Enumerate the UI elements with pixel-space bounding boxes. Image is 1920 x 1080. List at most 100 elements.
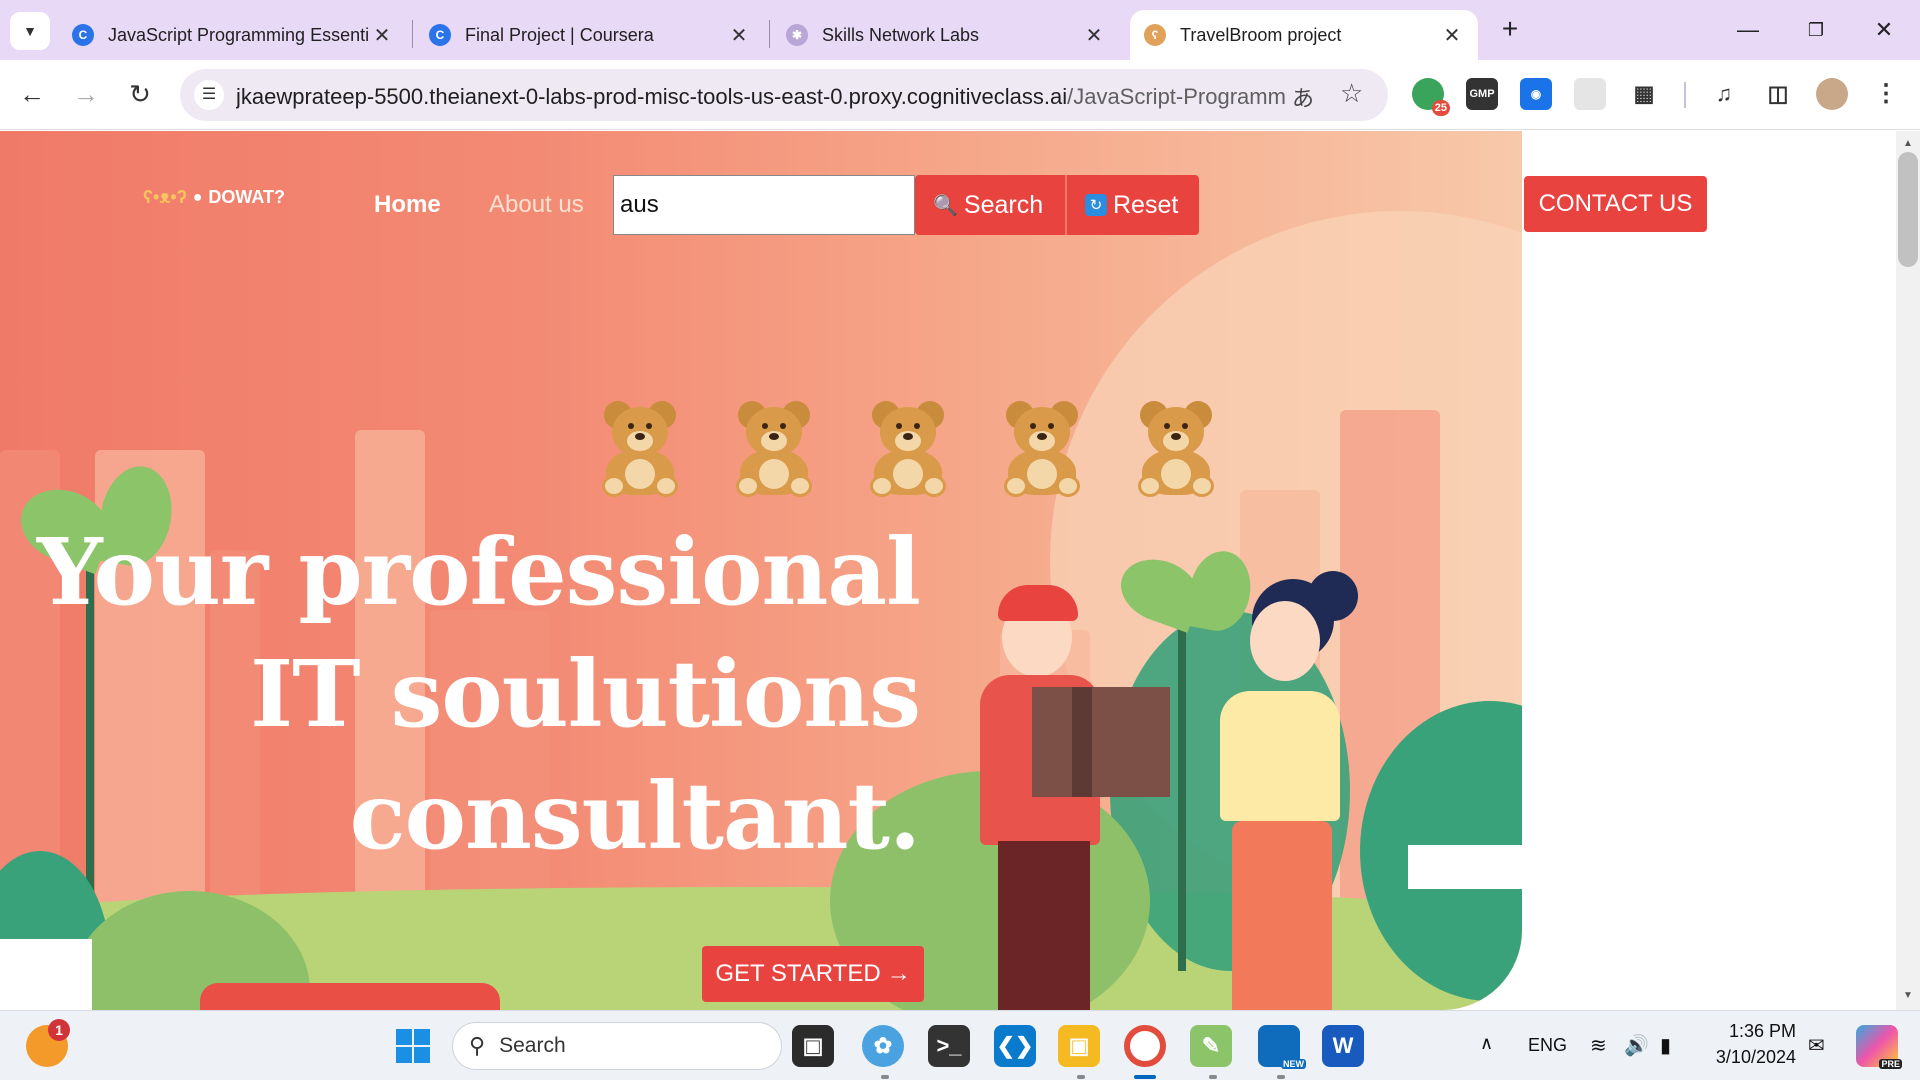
bear-logo-icon: ʕ•ᴥ•ʔ: [143, 187, 187, 207]
file-explorer-icon[interactable]: ▣: [1058, 1025, 1100, 1067]
battery-icon[interactable]: ▮: [1660, 1033, 1671, 1058]
hero-section: ʕ•ᴥ•ʔ ● DOWAT? Home About us 🔍 Search ↻ …: [0, 131, 1522, 1010]
restore-icon[interactable]: ❐: [1786, 10, 1846, 50]
chrome-icon[interactable]: [1124, 1025, 1166, 1067]
tab-title: JavaScript Programming Essenti: [108, 24, 370, 45]
tab-skills-network[interactable]: ✱ Skills Network Labs ✕: [772, 10, 1120, 60]
notepad-plus-icon[interactable]: ✎: [1190, 1025, 1232, 1067]
notification-icon[interactable]: ✉: [1808, 1033, 1825, 1058]
scroll-down-icon[interactable]: ▼: [1898, 986, 1918, 1006]
chevron-down-icon: ▼: [23, 23, 37, 39]
tab-search-button[interactable]: ▼: [10, 12, 50, 50]
tab-title: Final Project | Coursera: [465, 24, 654, 45]
coursera-icon: C: [72, 24, 94, 46]
clock-time[interactable]: 1:36 PM: [1716, 1021, 1796, 1042]
taskbar-search-label: Search: [499, 1034, 566, 1057]
vscode-icon[interactable]: ❮❯: [994, 1025, 1036, 1067]
taskbar-search-box[interactable]: ⚲ Search: [452, 1022, 782, 1070]
media-control-icon[interactable]: ♫: [1708, 78, 1740, 110]
forward-icon[interactable]: →: [68, 76, 104, 112]
side-panel-icon[interactable]: ◫: [1762, 78, 1794, 110]
search-input[interactable]: [613, 175, 915, 235]
site-logo[interactable]: ʕ•ᴥ•ʔ ● DOWAT?: [143, 187, 285, 208]
paint-icon[interactable]: ✿: [862, 1025, 904, 1067]
volume-icon[interactable]: 🔊: [1624, 1033, 1649, 1058]
nav-about-link[interactable]: About us: [489, 191, 584, 219]
back-icon[interactable]: ←: [14, 76, 50, 112]
weather-badge: 1: [48, 1019, 70, 1041]
reset-button[interactable]: ↻ Reset: [1065, 175, 1199, 235]
bookmark-star-icon[interactable]: ☆: [1340, 78, 1363, 109]
tray-overflow-icon[interactable]: ∧: [1480, 1033, 1493, 1054]
tab-final-project[interactable]: C Final Project | Coursera ✕: [415, 10, 765, 60]
site-navbar: ʕ•ᴥ•ʔ ● DOWAT? Home About us 🔍 Search ↻ …: [0, 131, 1522, 251]
running-indicator: [1077, 1075, 1085, 1079]
close-icon[interactable]: ✕: [1084, 23, 1104, 48]
close-icon[interactable]: ✕: [1442, 23, 1462, 48]
woman-illustration: [1200, 571, 1400, 1010]
outlook-new-badge: NEW: [1281, 1059, 1306, 1069]
skills-network-icon: ✱: [786, 24, 808, 46]
tab-travelbroom[interactable]: ʕ TravelBroom project ✕: [1130, 10, 1478, 60]
windows-start-icon[interactable]: [392, 1025, 434, 1067]
window-close-icon[interactable]: ✕: [1854, 10, 1914, 50]
more-menu-icon[interactable]: ⋮: [1870, 78, 1902, 110]
bear-icon: ʕ: [1144, 24, 1166, 46]
arrow-right-icon: →: [886, 960, 911, 987]
scrollbar-thumb[interactable]: [1898, 152, 1918, 267]
browser-toolbar: ← → ↻ ☰ jkaewprateep-5500.theianext-0-la…: [0, 60, 1920, 130]
white-block: [1408, 845, 1522, 889]
terminal-icon[interactable]: >_: [928, 1025, 970, 1067]
active-indicator: [1134, 1075, 1156, 1079]
tab-javascript-essentials[interactable]: C JavaScript Programming Essenti ✕: [58, 10, 408, 60]
get-started-button[interactable]: GET STARTED →: [702, 946, 924, 1002]
url-text[interactable]: jkaewprateep-5500.theianext-0-labs-prod-…: [236, 84, 1286, 110]
task-view-icon[interactable]: ▣: [792, 1025, 834, 1067]
nav-home-link[interactable]: Home: [374, 191, 441, 219]
scroll-up-icon[interactable]: ▲: [1898, 134, 1918, 154]
bear-row: [592, 401, 1224, 497]
tab-strip: ▼ C JavaScript Programming Essenti ✕ C F…: [0, 0, 1920, 60]
windows-taskbar: 1 ⚲ Search ▣ ✿ >_ ❮❯ ▣ ✎ NEW W ∧ ENG ≋ 🔊…: [0, 1010, 1920, 1080]
palm-trunk: [1178, 611, 1186, 971]
tab-separator: [769, 20, 770, 48]
puzzle-icon[interactable]: ▦: [1628, 78, 1660, 110]
translate-icon[interactable]: あ: [1292, 81, 1314, 113]
new-tab-button[interactable]: +: [1494, 14, 1526, 46]
teddy-bear-icon: [994, 401, 1090, 497]
camera-extension-icon[interactable]: ◉: [1520, 78, 1552, 110]
contact-us-button[interactable]: CONTACT US: [1524, 176, 1707, 232]
running-indicator: [1209, 1075, 1217, 1079]
search-icon: ⚲: [469, 1033, 486, 1058]
magnifier-icon: 🔍: [933, 194, 958, 217]
running-indicator: [1277, 1075, 1285, 1079]
running-indicator: [881, 1075, 889, 1079]
outlook-icon[interactable]: NEW: [1258, 1025, 1306, 1069]
tab-separator: [412, 20, 413, 48]
copilot-icon[interactable]: PRE: [1856, 1025, 1902, 1069]
close-icon[interactable]: ✕: [372, 23, 392, 48]
blank-extension-icon[interactable]: [1574, 78, 1606, 110]
url-path: /JavaScript-Programming...: [1067, 84, 1286, 109]
gmp-extension-icon[interactable]: GMP: [1466, 78, 1498, 110]
headline-line-2: IT soulutions: [250, 640, 921, 748]
search-button[interactable]: 🔍 Search: [915, 175, 1065, 235]
teddy-bear-icon: [1128, 401, 1224, 497]
tab-title: Skills Network Labs: [822, 24, 980, 45]
language-indicator[interactable]: ENG: [1528, 1035, 1567, 1056]
profile-avatar[interactable]: [1816, 78, 1848, 110]
reload-icon[interactable]: ↻: [122, 76, 158, 112]
clock-date[interactable]: 3/10/2024: [1706, 1047, 1796, 1068]
minimize-icon[interactable]: —: [1718, 10, 1778, 50]
word-icon[interactable]: W: [1322, 1025, 1364, 1067]
teddy-bear-icon: [860, 401, 956, 497]
close-icon[interactable]: ✕: [729, 23, 749, 48]
site-info-icon[interactable]: ☰: [194, 80, 224, 110]
decor-stripe: [200, 983, 500, 1010]
address-bar[interactable]: ☰ jkaewprateep-5500.theianext-0-labs-pro…: [180, 69, 1388, 121]
wifi-icon[interactable]: ≋: [1590, 1033, 1607, 1058]
refresh-icon: ↻: [1085, 194, 1107, 216]
weather-icon[interactable]: 1: [26, 1019, 70, 1067]
grammar-extension-icon[interactable]: 25: [1412, 78, 1450, 116]
teddy-bear-icon: [592, 401, 688, 497]
